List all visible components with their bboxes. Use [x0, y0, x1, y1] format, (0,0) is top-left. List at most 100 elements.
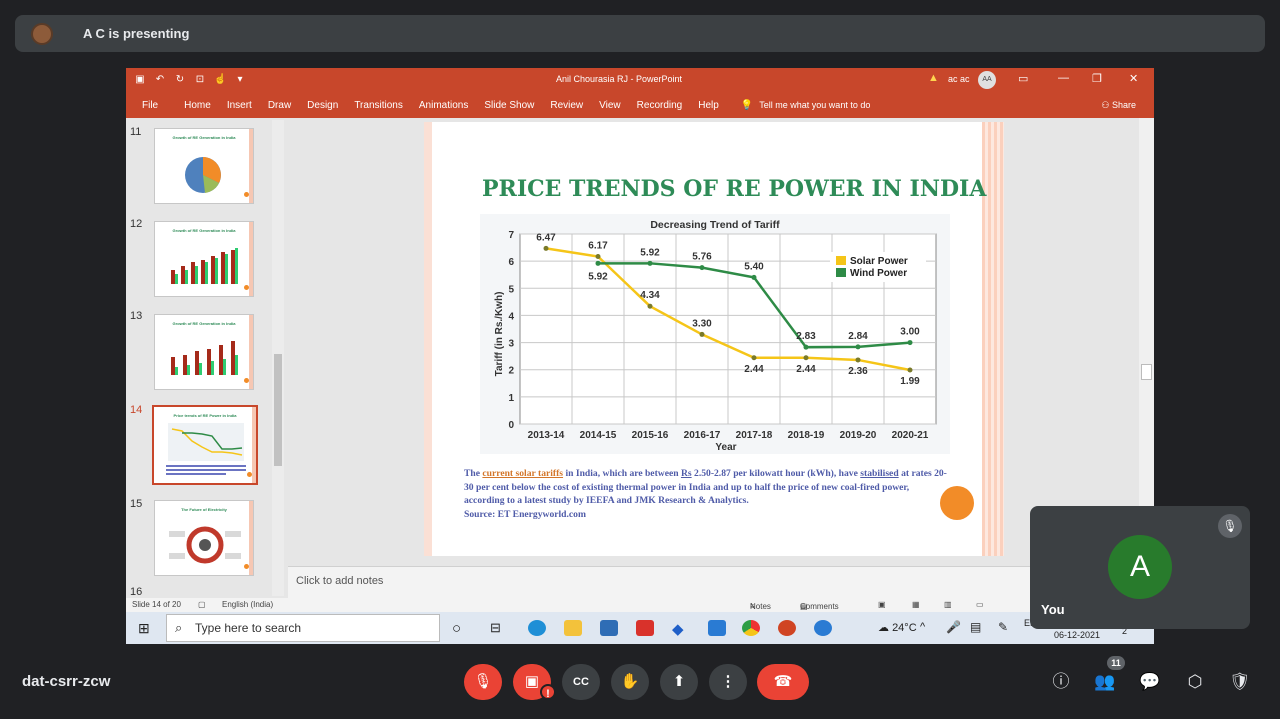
- body-part-2: 2.50-2.87 per kilowatt hour (kWh), have: [694, 468, 858, 479]
- current-slide[interactable]: PRICE TRENDS OF RE POWER IN INDIA Decrea…: [424, 122, 1004, 556]
- status-language[interactable]: English (India): [222, 600, 273, 609]
- thumbnail-slide-14-selected[interactable]: Price trends of RE Power in India: [152, 405, 258, 485]
- notes-pane[interactable]: Click to add notes: [288, 566, 1139, 598]
- tab-file[interactable]: File: [142, 100, 158, 111]
- tab-transitions[interactable]: Transitions: [354, 100, 403, 111]
- save-icon[interactable]: ▣: [134, 74, 146, 86]
- raise-hand-button[interactable]: ✋: [611, 664, 649, 700]
- people-icon[interactable]: 👥: [1093, 670, 1117, 694]
- pen-tray-icon[interactable]: ✎: [998, 620, 1008, 634]
- redo-icon[interactable]: ↻: [174, 74, 186, 86]
- dropbox-icon[interactable]: ◆: [672, 620, 690, 638]
- tell-me-search[interactable]: Tell me what you want to do: [759, 100, 870, 110]
- meeting-code: dat-csrr-zcw: [22, 673, 111, 690]
- thumbnail-slide-15[interactable]: The Future of Electricity: [154, 500, 254, 576]
- leave-call-button[interactable]: ☎: [757, 664, 809, 700]
- thumbnails-scrollbar[interactable]: [272, 120, 284, 596]
- chart-y-axis-label: Tariff (in Rs./Kwh): [494, 292, 505, 377]
- thumb-accent: [249, 129, 253, 203]
- taskbar-date[interactable]: 06-12-2021: [1054, 630, 1100, 640]
- mic-off-icon: 🎙: [1218, 514, 1242, 538]
- file-explorer-icon[interactable]: [564, 620, 582, 636]
- body-link[interactable]: current solar tariffs: [482, 468, 563, 479]
- task-view-icon[interactable]: ○: [452, 620, 470, 637]
- mail-icon[interactable]: [708, 620, 726, 636]
- more-options-button[interactable]: ⋮: [709, 664, 747, 700]
- data-point: [595, 260, 601, 266]
- network-tray-icon[interactable]: ▤: [970, 620, 981, 634]
- thumb-dot: [244, 378, 249, 383]
- tab-slide-show[interactable]: Slide Show: [484, 100, 534, 111]
- x-tick-label: 2016-17: [684, 430, 721, 441]
- thumbnail-slide-12[interactable]: Growth of RE Generation in India: [154, 221, 254, 297]
- accessibility-icon[interactable]: ▢: [198, 600, 206, 609]
- share-button[interactable]: ⚇ Share: [1101, 100, 1136, 111]
- present-now-button[interactable]: ⬆: [660, 664, 698, 700]
- host-controls-icon[interactable]: 🛡: [1228, 670, 1252, 694]
- slideshow-view-icon[interactable]: ▭: [976, 600, 984, 609]
- tab-animations[interactable]: Animations: [419, 100, 468, 111]
- weather-widget[interactable]: ☁ 24°C: [878, 621, 917, 634]
- tab-recording[interactable]: Recording: [637, 100, 683, 111]
- tab-review[interactable]: Review: [550, 100, 583, 111]
- close-icon[interactable]: ✕: [1129, 72, 1138, 85]
- help-icon[interactable]: [814, 620, 832, 636]
- y-tick-label: 1: [508, 393, 514, 404]
- x-tick-label: 2019-20: [840, 430, 877, 441]
- powerpoint-taskbar-icon[interactable]: [778, 620, 796, 636]
- thumb-bars-icon: [171, 341, 238, 375]
- chrome-icon[interactable]: [742, 620, 760, 636]
- legend-label: Solar Power: [850, 256, 908, 267]
- title-bar: ▣ ↶ ↻ ⊡ ☝ ▾ Anil Chourasia RJ - PowerPoi…: [126, 68, 1154, 92]
- minimize-icon[interactable]: —: [1058, 72, 1069, 84]
- store-icon[interactable]: [600, 620, 618, 636]
- normal-view-icon[interactable]: ▣: [878, 600, 886, 609]
- scroll-knob[interactable]: [1141, 364, 1152, 380]
- widgets-icon[interactable]: ⊟: [490, 620, 508, 636]
- y-tick-label: 5: [508, 284, 514, 295]
- customize-toolbar-icon[interactable]: ▾: [234, 74, 246, 86]
- meeting-details-icon[interactable]: ⓘ: [1049, 670, 1073, 694]
- edge-icon[interactable]: [528, 620, 546, 636]
- touch-mode-icon[interactable]: ☝: [214, 74, 226, 86]
- presenter-avatar: [31, 22, 53, 45]
- media-app-icon[interactable]: [636, 620, 654, 636]
- thumb-number: 14: [130, 404, 143, 416]
- tab-design[interactable]: Design: [307, 100, 338, 111]
- temperature-text: 24°C: [892, 622, 917, 634]
- legend-swatch: [836, 268, 846, 277]
- tab-insert[interactable]: Insert: [227, 100, 252, 111]
- thumbnail-slide-13[interactable]: Growth of RE Generation in India: [154, 314, 254, 390]
- data-point: [803, 355, 809, 361]
- reading-view-icon[interactable]: ▥: [944, 600, 952, 609]
- chat-icon[interactable]: 💬: [1138, 670, 1162, 694]
- thumb-number: 15: [130, 498, 143, 510]
- mic-toggle-button[interactable]: 🎙: [464, 664, 502, 700]
- data-label: 3.30: [692, 318, 712, 329]
- legend-label: Wind Power: [850, 268, 907, 279]
- thumbnail-slide-11[interactable]: Growth of RE Generation in India: [154, 128, 254, 204]
- maximize-icon[interactable]: ❐: [1092, 72, 1102, 85]
- presenter-banner: A C is presenting: [15, 15, 1265, 52]
- slide-title: PRICE TRENDS OF RE POWER IN INDIA: [482, 176, 987, 202]
- ribbon-display-icon[interactable]: ▭: [1018, 72, 1028, 85]
- captions-button[interactable]: CC: [562, 664, 600, 700]
- tab-help[interactable]: Help: [698, 100, 719, 111]
- y-tick-label: 2: [508, 366, 514, 377]
- windows-start-icon[interactable]: ⊞: [138, 620, 150, 637]
- present-icon[interactable]: ⊡: [194, 74, 206, 86]
- tray-expand-icon[interactable]: ^: [920, 621, 925, 633]
- slide-body-text: The current solar tariffs in India, whic…: [464, 467, 950, 521]
- tab-home[interactable]: Home: [184, 100, 211, 111]
- self-video-tile[interactable]: 🎙 A You: [1030, 506, 1250, 629]
- undo-icon[interactable]: ↶: [154, 74, 166, 86]
- taskbar-search-input[interactable]: ⌕ Type here to search: [166, 614, 440, 642]
- mic-tray-icon[interactable]: 🎤: [946, 620, 961, 634]
- data-point: [647, 303, 653, 309]
- user-avatar[interactable]: AA: [978, 71, 996, 89]
- tab-draw[interactable]: Draw: [268, 100, 291, 111]
- scroll-knob[interactable]: [274, 354, 282, 466]
- tab-view[interactable]: View: [599, 100, 621, 111]
- activities-icon[interactable]: ⬡: [1183, 670, 1207, 694]
- slide-sorter-icon[interactable]: ▦: [912, 600, 920, 609]
